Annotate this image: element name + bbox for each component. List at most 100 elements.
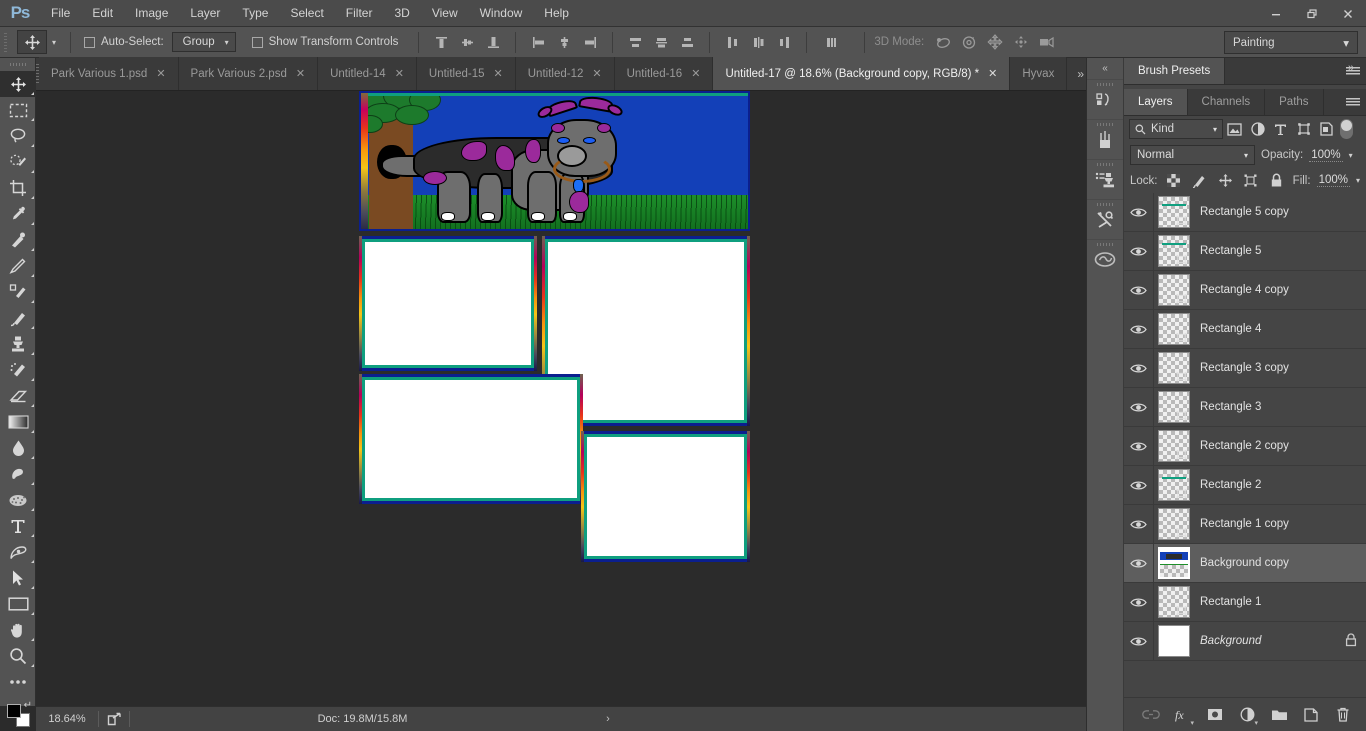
dodge-tool[interactable] [0, 461, 36, 487]
menu-type[interactable]: Type [231, 0, 279, 27]
layer-name[interactable]: Rectangle 3 copy [1200, 362, 1289, 374]
restore-icon[interactable] [1294, 0, 1330, 27]
layer-visibility-toggle[interactable] [1124, 426, 1154, 466]
minimize-icon[interactable] [1258, 0, 1294, 27]
foreground-color-swatch[interactable] [7, 704, 21, 718]
layer-name[interactable]: Rectangle 5 copy [1200, 206, 1289, 218]
horizontal-type-tool[interactable] [0, 513, 36, 539]
spot-healing-brush-tool[interactable] [0, 227, 36, 253]
link-layers-button[interactable] [1140, 704, 1162, 726]
lock-all-icon[interactable] [1267, 171, 1287, 191]
rectangle-tool[interactable] [0, 591, 36, 617]
close-icon[interactable]: ✕ [592, 67, 601, 80]
layer-thumbnail[interactable] [1158, 430, 1190, 462]
layer-thumbnail[interactable] [1158, 547, 1190, 579]
layer-visibility-toggle[interactable] [1124, 231, 1154, 271]
add-layer-mask-button[interactable] [1204, 704, 1226, 726]
distribute-right-edges-icon[interactable] [771, 30, 797, 54]
hand-tool[interactable] [0, 617, 36, 643]
pixel-layers-filter-icon[interactable] [1223, 118, 1246, 140]
lock-image-pixels-icon[interactable] [1189, 171, 1209, 191]
layer-visibility-toggle[interactable] [1124, 309, 1154, 349]
close-icon[interactable]: ✕ [156, 67, 165, 80]
auto-select-scope-dropdown[interactable]: Group ▾ [171, 32, 236, 52]
menu-3d[interactable]: 3D [383, 0, 420, 27]
layer-name[interactable]: Background copy [1200, 557, 1289, 569]
layer-name[interactable]: Rectangle 4 copy [1200, 284, 1289, 296]
layer-name[interactable]: Rectangle 5 [1200, 245, 1261, 257]
panel-menu-icon[interactable] [1340, 89, 1366, 115]
layer-list[interactable]: Rectangle 5 copy Rectangle 5 Rectangle 4… [1124, 193, 1366, 686]
eyedropper-tool[interactable] [0, 201, 36, 227]
align-top-edges-icon[interactable] [428, 30, 454, 54]
layer-style-fx-button[interactable]: fx ▾ [1172, 704, 1195, 727]
layer-thumbnail[interactable] [1158, 508, 1190, 540]
menu-filter[interactable]: Filter [335, 0, 384, 27]
layer-visibility-toggle[interactable] [1124, 270, 1154, 310]
close-icon[interactable]: ✕ [988, 67, 997, 80]
align-horizontal-centers-icon[interactable] [551, 30, 577, 54]
layer-row-background-copy[interactable]: Background copy [1124, 543, 1366, 583]
workspace-selector[interactable]: Painting ▾ [1224, 31, 1358, 54]
layer-visibility-toggle[interactable] [1124, 621, 1154, 661]
canvas-area[interactable] [36, 91, 1086, 706]
opacity-slider-caret[interactable]: ▾ [1349, 151, 1353, 160]
gradient-tool[interactable] [0, 409, 36, 435]
rectangle-top-left[interactable] [359, 236, 537, 371]
clone-source-icon[interactable] [1087, 159, 1123, 199]
rectangle-mid-left[interactable] [359, 374, 583, 504]
layer-name[interactable]: Rectangle 4 [1200, 323, 1261, 335]
layer-name[interactable]: Background [1200, 635, 1261, 647]
layer-thumbnail[interactable] [1158, 625, 1190, 657]
distribute-left-edges-icon[interactable] [719, 30, 745, 54]
rectangular-marquee-tool[interactable] [0, 97, 36, 123]
layer-visibility-toggle[interactable] [1124, 543, 1154, 583]
camera-3d-icon[interactable] [1034, 30, 1060, 54]
tool-presets-icon[interactable] [1087, 199, 1123, 239]
rectangle-bottom-right[interactable] [581, 431, 750, 562]
layer-visibility-toggle[interactable] [1124, 387, 1154, 427]
lasso-tool[interactable] [0, 123, 36, 149]
layer-row-rectangle-5-copy[interactable]: Rectangle 5 copy [1124, 193, 1366, 232]
delete-layer-button[interactable] [1332, 704, 1354, 726]
layer-thumbnail[interactable] [1158, 313, 1190, 345]
move-tool[interactable] [0, 71, 36, 97]
zoom-tool[interactable] [0, 643, 36, 669]
layer-thumbnail[interactable] [1158, 391, 1190, 423]
show-transform-checkbox[interactable]: Show Transform Controls [251, 36, 398, 48]
sponge-tool[interactable] [0, 487, 36, 513]
pen-tool[interactable] [0, 539, 36, 565]
move-tool-preset-caret[interactable]: ▾ [47, 30, 61, 54]
brush-tool[interactable] [0, 305, 36, 331]
layer-thumbnail[interactable] [1158, 274, 1190, 306]
filter-kind-dropdown[interactable]: Kind ▾ [1129, 119, 1223, 139]
tab-untitled-14[interactable]: Untitled-14 ✕ [318, 57, 417, 90]
status-expand-arrow[interactable]: › [595, 713, 621, 725]
history-actions-icon[interactable] [1087, 79, 1123, 119]
lock-artboard-nesting-icon[interactable] [1241, 171, 1261, 191]
layer-name[interactable]: Rectangle 1 copy [1200, 518, 1289, 530]
expand-panels-button[interactable]: « [1087, 58, 1123, 79]
mixer-brush-tool[interactable] [0, 279, 36, 305]
menu-window[interactable]: Window [469, 0, 534, 27]
menu-file[interactable]: File [40, 0, 81, 27]
blur-tool[interactable] [0, 435, 36, 461]
fill-value[interactable]: 100% [1316, 174, 1350, 187]
menu-select[interactable]: Select [279, 0, 334, 27]
layer-thumbnail[interactable] [1158, 235, 1190, 267]
tab-park-various-2[interactable]: Park Various 2.psd ✕ [178, 57, 319, 90]
path-selection-tool[interactable] [0, 565, 36, 591]
close-icon[interactable] [1330, 0, 1366, 27]
distribute-vertical-centers-icon[interactable] [648, 30, 674, 54]
layer-thumbnail[interactable] [1158, 352, 1190, 384]
new-layer-button[interactable] [1300, 704, 1322, 726]
layer-row-rectangle-3[interactable]: Rectangle 3 [1124, 387, 1366, 427]
tab-hyvax[interactable]: Hyvax [1010, 57, 1068, 90]
type-layers-filter-icon[interactable] [1269, 118, 1292, 140]
history-brush-tool[interactable] [0, 357, 36, 383]
opacity-value[interactable]: 100% [1309, 149, 1343, 162]
pan-3d-icon[interactable] [982, 30, 1008, 54]
distribute-horizontal-centers-icon[interactable] [745, 30, 771, 54]
menu-edit[interactable]: Edit [81, 0, 124, 27]
move-tool-icon[interactable] [17, 30, 47, 54]
